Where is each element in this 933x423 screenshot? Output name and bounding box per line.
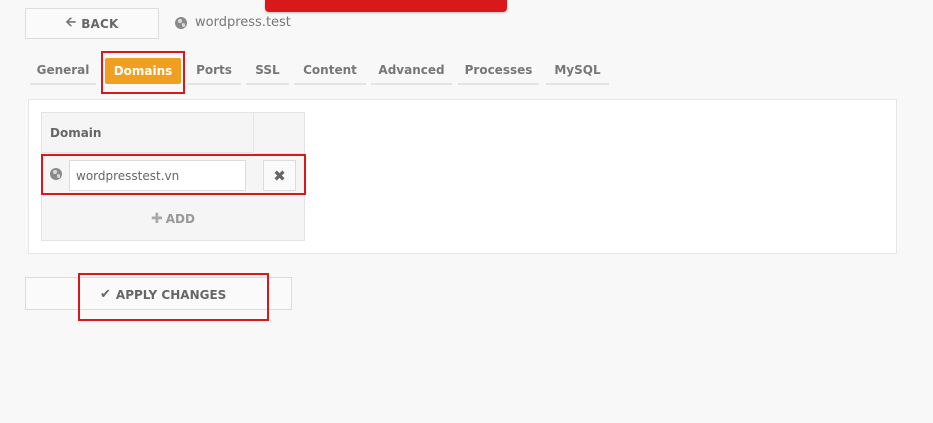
arrow-left-icon: 🡨 [65, 14, 77, 30]
close-icon: ✖ [273, 166, 286, 185]
apply-changes-label-group[interactable]: ✔ APPLY CHANGES [100, 287, 226, 302]
check-icon: ✔ [100, 287, 111, 302]
site-name-label: wordpress.test [195, 15, 291, 30]
globe-icon [50, 168, 62, 180]
tab-content[interactable]: Content [294, 57, 366, 85]
tab-general[interactable]: General [30, 57, 96, 85]
tab-ssl[interactable]: SSL [246, 57, 289, 85]
plus-icon: ✚ [151, 211, 163, 227]
apply-changes-label: APPLY CHANGES [115, 287, 227, 302]
tab-processes[interactable]: Processes [458, 57, 539, 85]
add-button-label: ADD [165, 212, 195, 226]
domain-column-header: Domain [42, 113, 254, 153]
tab-domains[interactable]: Domains [105, 58, 181, 84]
remove-domain-button[interactable]: ✖ [263, 160, 296, 191]
domain-input[interactable] [69, 160, 246, 191]
site-title: wordpress.test [175, 15, 291, 30]
tab-ports[interactable]: Ports [187, 57, 241, 85]
tab-advanced[interactable]: Advanced [371, 57, 452, 85]
add-domain-button[interactable]: ✚ ADD [41, 208, 305, 230]
tab-mysql[interactable]: MySQL [546, 57, 609, 85]
back-button[interactable]: 🡨 BACK [25, 8, 159, 39]
back-button-label: BACK [81, 16, 119, 31]
notification-banner [265, 0, 507, 12]
globe-icon [175, 16, 187, 29]
actions-column-header [254, 113, 304, 154]
